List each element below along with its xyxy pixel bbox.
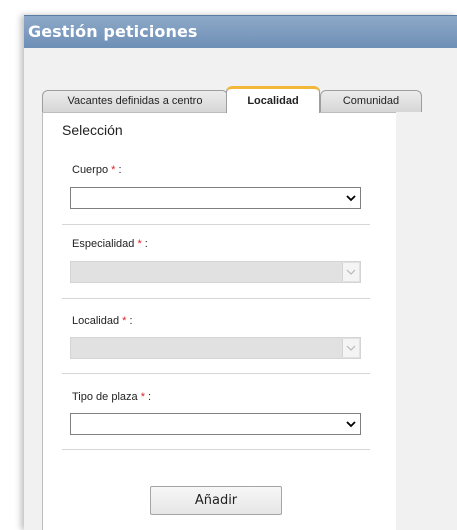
required-mark: * bbox=[137, 238, 142, 250]
anadir-button[interactable]: Añadir bbox=[150, 486, 282, 515]
tipo-de-plaza-label: Tipo de plaza * : bbox=[72, 391, 152, 403]
especialidad-select[interactable] bbox=[70, 261, 361, 283]
cuerpo-label: Cuerpo * : bbox=[72, 164, 122, 176]
chevron-down-icon bbox=[342, 188, 360, 208]
required-mark: * bbox=[140, 391, 145, 403]
required-mark: * bbox=[122, 315, 127, 327]
chevron-down-icon bbox=[342, 414, 360, 434]
panel-contents: Selección Cuerpo * : Especialidad * : Lo… bbox=[0, 0, 457, 530]
section-title: Selección bbox=[62, 122, 123, 138]
cuerpo-select[interactable] bbox=[70, 187, 361, 209]
tipo-de-plaza-select[interactable] bbox=[70, 413, 361, 435]
tab-label: Localidad bbox=[247, 95, 299, 107]
divider bbox=[62, 224, 370, 225]
especialidad-label: Especialidad * : bbox=[72, 238, 148, 250]
divider bbox=[62, 373, 370, 374]
divider bbox=[62, 298, 370, 299]
divider bbox=[62, 449, 370, 450]
chevron-down-icon bbox=[342, 339, 359, 357]
chevron-down-icon bbox=[342, 263, 359, 281]
localidad-label: Localidad * : bbox=[72, 315, 133, 327]
tab-localidad[interactable]: Localidad bbox=[226, 86, 320, 113]
localidad-select[interactable] bbox=[70, 337, 361, 359]
required-mark: * bbox=[111, 164, 116, 176]
